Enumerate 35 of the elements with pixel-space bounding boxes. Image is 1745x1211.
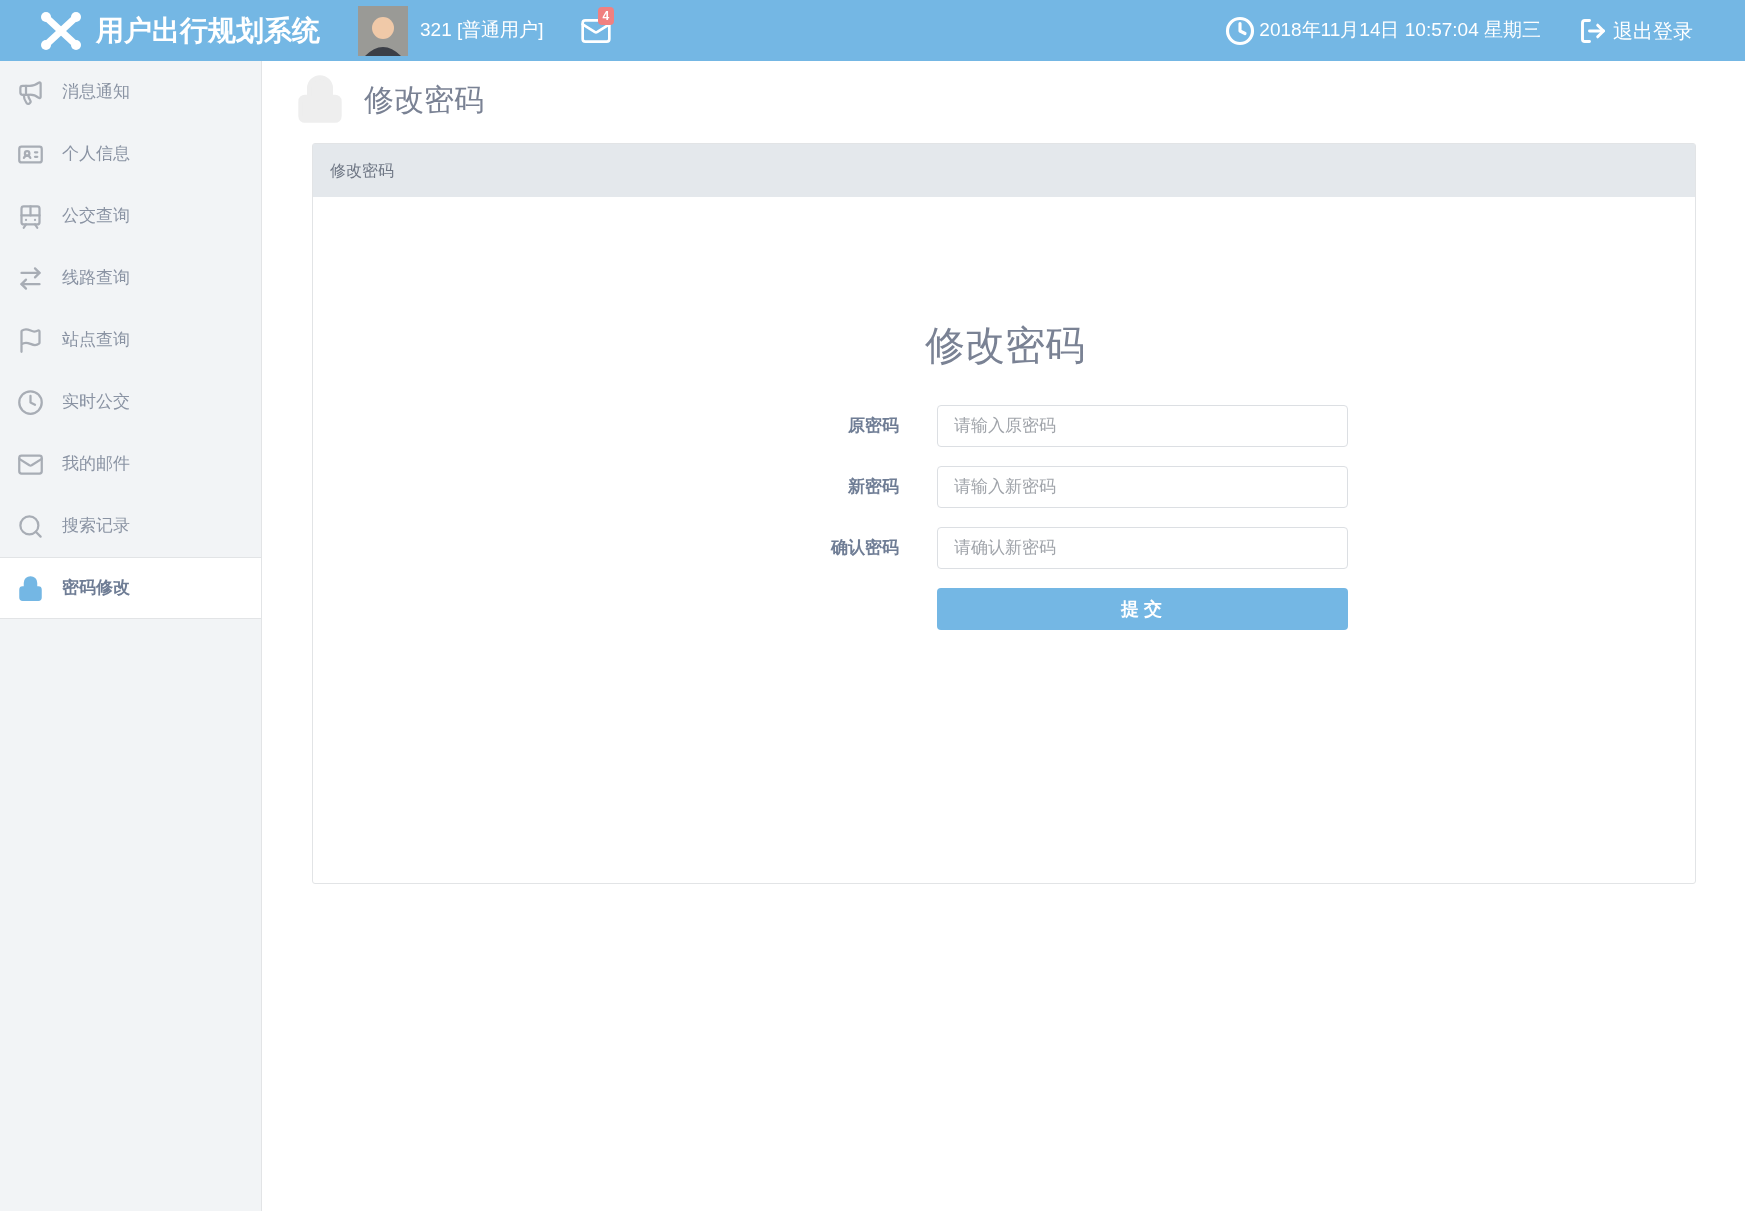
app-title: 用户出行规划系统 — [96, 13, 320, 48]
search-icon — [17, 512, 44, 540]
sidebar-item[interactable]: 搜索记录 — [0, 495, 261, 557]
flag-icon — [17, 326, 44, 354]
logo-icon — [40, 10, 82, 51]
password-field[interactable]: 请输入新密码 — [936, 466, 1348, 508]
sidebar-item[interactable]: 实时公交 — [0, 371, 261, 433]
field-label: 原密码 — [846, 415, 899, 438]
password-field[interactable]: 请确认新密码 — [936, 527, 1348, 569]
clock-icon — [1225, 15, 1256, 46]
sidebar-item[interactable]: 我的邮件 — [0, 433, 261, 495]
field-label: 确认密码 — [829, 537, 899, 560]
user-name: 321 [普通用户] — [420, 18, 544, 43]
sidebar-item[interactable]: 消息通知 — [0, 61, 261, 123]
tram-icon — [17, 202, 44, 230]
logout-button[interactable]: 退出登录 — [1579, 15, 1693, 46]
arrows-icon — [17, 264, 44, 292]
page-title: 修改密码 — [364, 81, 484, 118]
clock-icon — [17, 388, 44, 416]
form-title: 修改密码 — [925, 322, 1085, 369]
password-field[interactable]: 请输入原密码 — [936, 405, 1348, 447]
avatar — [358, 5, 408, 56]
panel-heading: 修改密码 — [330, 160, 394, 181]
mail-count-badge: 4 — [597, 6, 615, 25]
sidebar-item[interactable]: 密码修改 — [0, 557, 261, 619]
submit-button[interactable]: 提 交 — [936, 588, 1348, 630]
date-time: 2018年11月14日 10:57:04 星期三 — [1259, 18, 1541, 43]
lock-icon — [17, 574, 44, 602]
megaphone-icon — [17, 78, 44, 106]
sidebar-item[interactable]: 站点查询 — [0, 309, 261, 371]
sidebar-item[interactable]: 公交查询 — [0, 185, 261, 247]
logout-icon — [1579, 16, 1607, 45]
sidebar-item[interactable]: 个人信息 — [0, 123, 261, 185]
sidebar-item[interactable]: 线路查询 — [0, 247, 261, 309]
field-label: 新密码 — [846, 476, 899, 499]
